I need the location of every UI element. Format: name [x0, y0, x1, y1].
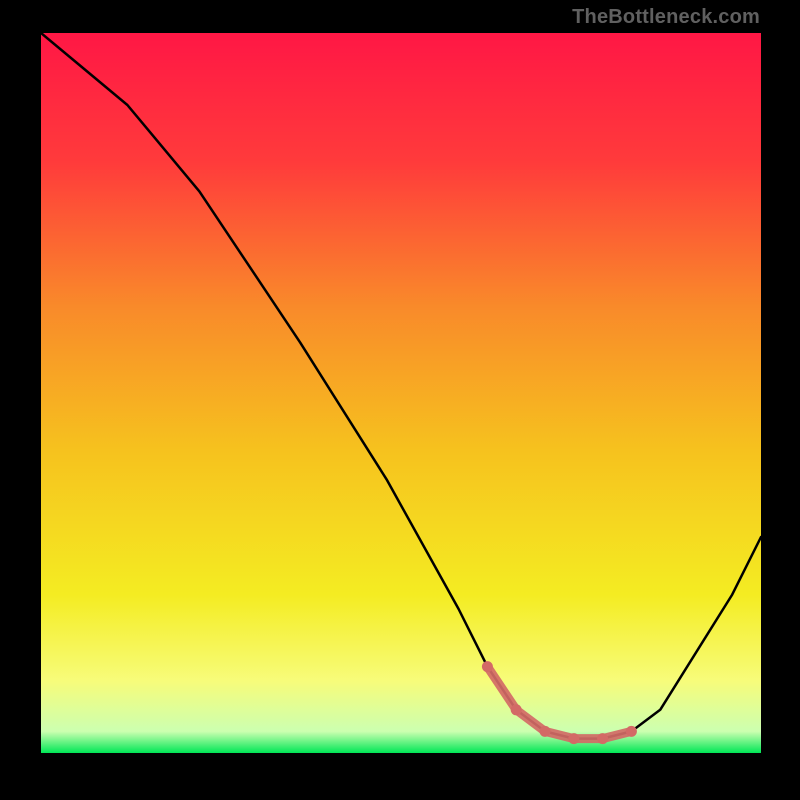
highlight-dot: [482, 661, 493, 672]
highlight-dot: [626, 726, 637, 737]
gradient-background: [41, 33, 761, 753]
bottleneck-chart: [41, 33, 761, 753]
chart-frame: [41, 33, 761, 753]
highlight-dot: [540, 726, 551, 737]
highlight-dot: [511, 704, 522, 715]
highlight-dot: [597, 733, 608, 744]
highlight-dot: [568, 733, 579, 744]
watermark-text: TheBottleneck.com: [572, 6, 760, 29]
